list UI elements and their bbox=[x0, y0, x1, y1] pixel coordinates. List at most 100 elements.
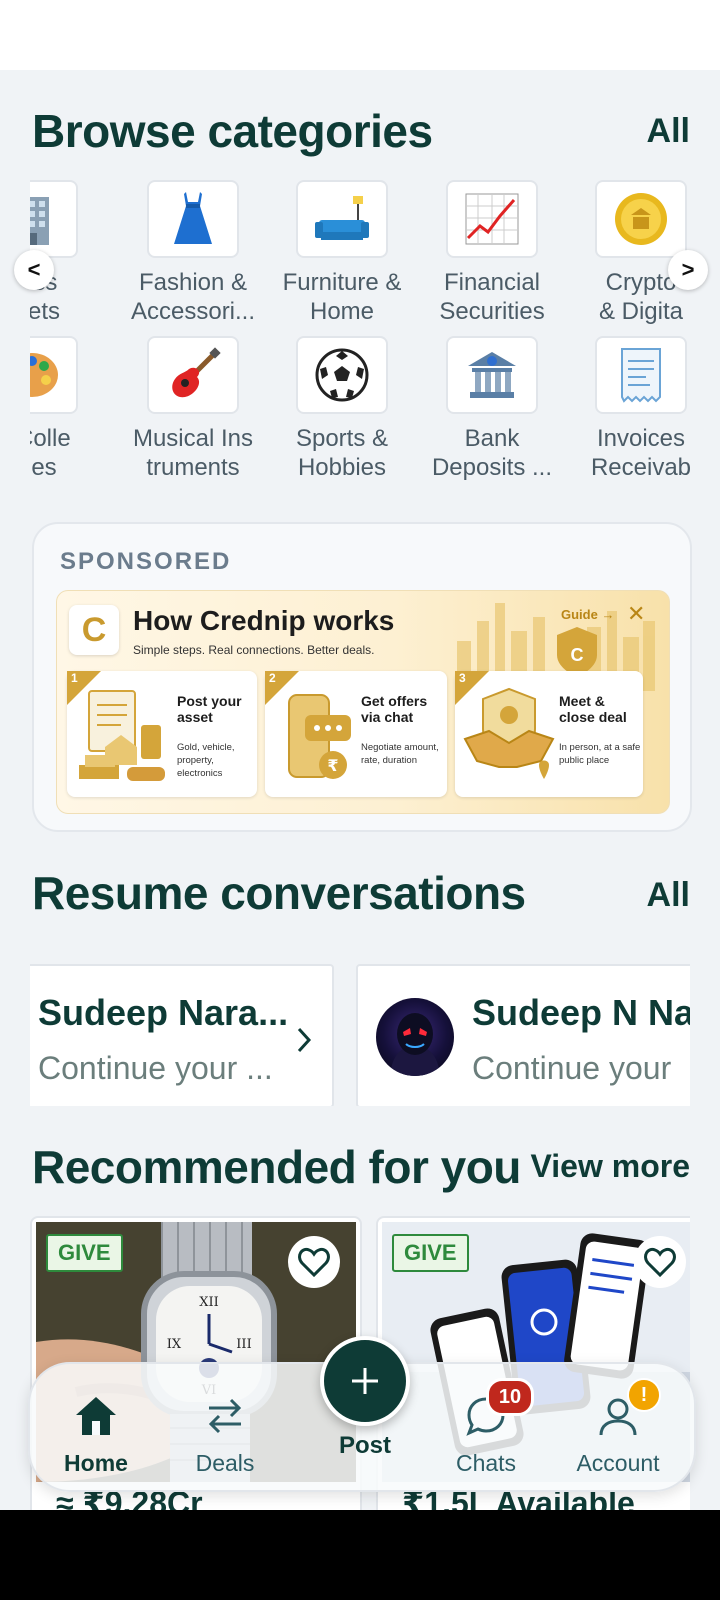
heart-icon bbox=[644, 1247, 676, 1277]
carousel-next-button[interactable]: > bbox=[668, 250, 708, 290]
nav-label: Deals bbox=[195, 1450, 255, 1476]
nav-icon-wrap bbox=[50, 1386, 142, 1446]
category-tile bbox=[30, 180, 78, 258]
category-tile bbox=[446, 180, 538, 258]
step-post-asset: 1 Post your asset Gold, vehicle, property,… bbox=[67, 671, 257, 797]
category-label: Sports & Hobbies bbox=[295, 425, 389, 481]
sponsored-label: SPONSORED bbox=[60, 548, 232, 575]
documents-gold-icon bbox=[79, 690, 165, 781]
category-sports[interactable]: Sports & Hobbies bbox=[267, 336, 417, 482]
category-tile bbox=[30, 336, 78, 414]
home-icon bbox=[76, 1397, 116, 1435]
resume-conversations-title: Resume conversations bbox=[32, 867, 526, 919]
phone-chat-icon: ₹ bbox=[288, 694, 351, 779]
view-more-link[interactable]: View more bbox=[531, 1148, 690, 1185]
favorite-button[interactable] bbox=[288, 1236, 340, 1288]
post-label: Post bbox=[338, 1432, 391, 1459]
heart-icon bbox=[298, 1247, 330, 1277]
nav-deals[interactable]: Deals bbox=[180, 1364, 270, 1490]
nav-label: Chats bbox=[455, 1450, 517, 1476]
conversations-carousel[interactable]: Sudeep Nara... Continue your ... Sudeep … bbox=[30, 962, 690, 1106]
banner-title: How Crednip works bbox=[133, 605, 395, 636]
category-label: Invoices Receivab bbox=[590, 425, 690, 481]
step-title: Post your asset bbox=[177, 693, 242, 725]
banner-subtitle: Simple steps. Real connections. Better d… bbox=[133, 643, 375, 657]
category-fashion[interactable]: Fashion & Accessori... bbox=[118, 180, 268, 326]
recommended-title: Recommended for you bbox=[32, 1141, 521, 1193]
category-tile bbox=[147, 336, 239, 414]
conversation-preview: Continue your bbox=[472, 1050, 672, 1086]
category-tile bbox=[595, 336, 687, 414]
nav-icon-wrap bbox=[180, 1386, 270, 1446]
category-label: & Colleibles bbox=[30, 425, 71, 481]
category-label: Fashion & Accessori... bbox=[130, 269, 256, 325]
nav-label: Home bbox=[64, 1450, 128, 1476]
avatar bbox=[376, 998, 454, 1076]
soccer-ball-icon bbox=[315, 348, 369, 402]
step-title: Meet & close deal bbox=[559, 693, 627, 725]
crednip-logo: C bbox=[69, 605, 119, 655]
give-badge: GIVE bbox=[46, 1234, 123, 1272]
guide-link[interactable]: Guide → bbox=[561, 607, 614, 622]
category-tile bbox=[296, 336, 388, 414]
svg-text:₹: ₹ bbox=[327, 756, 338, 775]
status-bar bbox=[0, 0, 720, 70]
favorite-button[interactable] bbox=[634, 1236, 686, 1288]
nav-home[interactable]: Home bbox=[50, 1364, 142, 1490]
chats-unread-badge: 10 bbox=[486, 1378, 534, 1416]
contact-name: Sudeep N Na bbox=[472, 992, 690, 1033]
step-description: Negotiate amount, rate, duration bbox=[361, 742, 439, 766]
chart-icon bbox=[465, 193, 519, 245]
nav-label: Account bbox=[576, 1450, 660, 1476]
category-label: Financial Securities bbox=[439, 269, 545, 325]
step-meet-close: 3 Meet & close deal In person, at a safe p… bbox=[455, 671, 643, 797]
coin-icon bbox=[615, 193, 667, 245]
category-crypto[interactable]: Crypto & Digita bbox=[566, 180, 690, 326]
category-bank-deposits[interactable]: Bank Deposits ... bbox=[417, 336, 567, 482]
plus-icon bbox=[352, 1368, 378, 1394]
how-it-works-banner[interactable]: C C How Crednip works Simple steps. Real… bbox=[56, 590, 670, 814]
category-tile bbox=[446, 336, 538, 414]
carousel-prev-button[interactable]: < bbox=[14, 250, 54, 290]
bank-icon bbox=[468, 352, 516, 398]
step-title: Get offers via chat bbox=[361, 693, 428, 725]
masked-figure-avatar-image bbox=[390, 1013, 440, 1076]
category-label: Musical Ins truments bbox=[132, 425, 254, 481]
svg-text:III: III bbox=[236, 1337, 251, 1352]
browse-all-link[interactable]: All bbox=[647, 112, 690, 151]
chevron-right-icon bbox=[297, 1027, 312, 1053]
category-carousel[interactable]: nessssets Fashion &Accessori... Furnit bbox=[30, 180, 690, 500]
home-screen: Browse categories All nessssets bbox=[0, 0, 720, 1510]
category-tile bbox=[296, 180, 388, 258]
dress-icon bbox=[174, 192, 212, 244]
conversations-all-link[interactable]: All bbox=[647, 876, 690, 915]
step-get-offers: 2 ₹ Get offers via chat Negotiate amount,… bbox=[265, 671, 447, 797]
browse-categories-title: Browse categories bbox=[32, 105, 433, 157]
category-label: Bank Deposits ... bbox=[431, 425, 553, 481]
account-warning-badge: ! bbox=[627, 1378, 661, 1412]
conversation-preview: Continue your ... bbox=[38, 1050, 273, 1086]
svg-text:IX: IX bbox=[167, 1337, 182, 1352]
handshake-shield-icon bbox=[463, 687, 555, 779]
receipt-icon bbox=[621, 348, 661, 403]
category-financial-securities[interactable]: Financial Securities bbox=[417, 180, 567, 326]
sofa-icon bbox=[315, 196, 369, 240]
conversation-card[interactable]: Sudeep N Na Continue your bbox=[356, 964, 690, 1106]
category-tile bbox=[147, 180, 239, 258]
guitar-icon bbox=[172, 347, 221, 398]
category-tile bbox=[595, 180, 687, 258]
category-invoices[interactable]: Invoices Receivab bbox=[566, 336, 690, 482]
swap-arrows-icon bbox=[208, 1398, 242, 1434]
category-label: Furniture & Home bbox=[282, 269, 402, 325]
category-furniture[interactable]: Furniture & Home bbox=[267, 180, 417, 326]
step-description: In person, at a safe public place bbox=[559, 742, 641, 766]
svg-text:XII: XII bbox=[199, 1295, 219, 1310]
conversation-card[interactable]: Sudeep Nara... Continue your ... bbox=[30, 964, 334, 1106]
step-description: Gold, vehicle, property, electronics bbox=[177, 742, 235, 779]
post-button[interactable] bbox=[320, 1336, 410, 1426]
category-collectibles[interactable]: & Colleibles bbox=[30, 336, 107, 482]
close-banner-button[interactable]: ✕ bbox=[627, 601, 645, 627]
svg-text:C: C bbox=[571, 645, 584, 665]
category-musical-instruments[interactable]: Musical Ins truments bbox=[118, 336, 268, 482]
office-building-icon bbox=[30, 197, 49, 245]
